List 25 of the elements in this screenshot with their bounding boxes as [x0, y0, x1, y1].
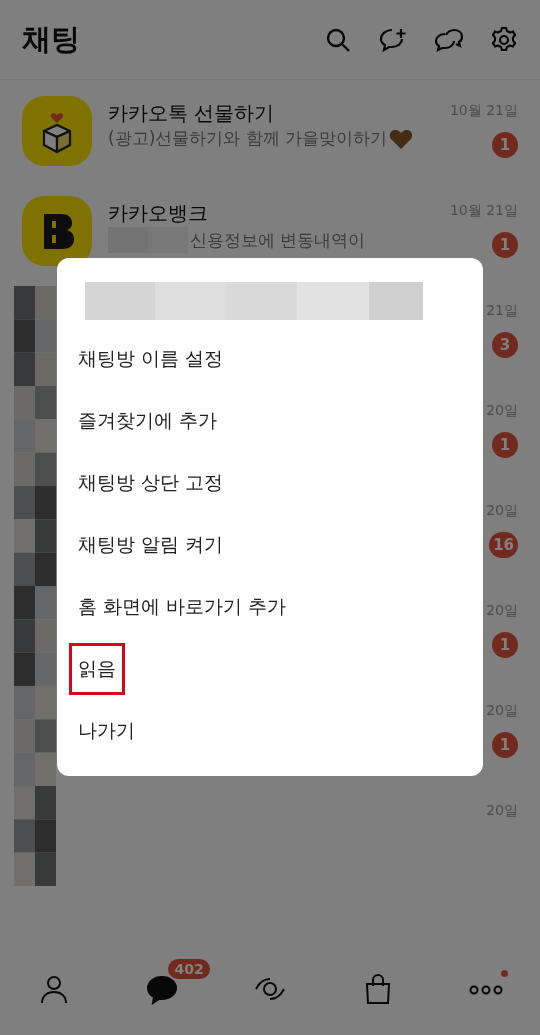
message-preview: 신용정보에 변동내역이	[190, 228, 366, 252]
menu-item[interactable]: 홈 화면에 바로가기 추가	[69, 581, 296, 633]
unread-count: 1	[492, 632, 518, 658]
heart-icon	[389, 127, 414, 150]
unread-count: 1	[492, 732, 518, 758]
unread-count: 1	[492, 232, 518, 258]
unread-count: 1	[492, 432, 518, 458]
page-title: 채팅	[22, 20, 80, 58]
menu-item[interactable]: 채팅방 상단 고정	[69, 457, 233, 509]
menu-item[interactable]: 나가기	[69, 705, 144, 757]
gift-box-icon	[22, 96, 92, 166]
menu-item[interactable]: 읽음	[69, 643, 125, 695]
chat-name: 카카오뱅크	[108, 200, 209, 227]
settings-icon[interactable]	[490, 25, 518, 54]
unread-count: 1	[492, 132, 518, 158]
menu-item[interactable]: 즐겨찾기에 추가	[69, 395, 227, 447]
b-logo-icon	[22, 196, 92, 266]
unread-count: 3	[492, 332, 518, 358]
unread-count: 16	[489, 532, 518, 558]
chat-name: 카카오톡 선물하기	[108, 100, 276, 127]
message-preview: (광고)선물하기와 함께 가을맞이하기	[108, 127, 388, 150]
shopping-bag-icon[interactable]	[363, 972, 393, 1005]
menu-item[interactable]: 채팅방 이름 설정	[69, 333, 233, 385]
menu-item[interactable]: 채팅방 알림 켜기	[69, 519, 233, 571]
unread-count: 402	[168, 958, 210, 979]
